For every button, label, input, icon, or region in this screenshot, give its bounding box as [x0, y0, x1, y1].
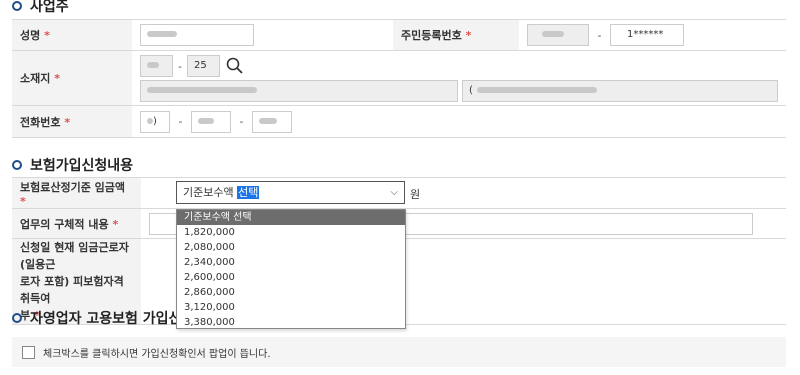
wage-option[interactable]: 1,820,000 — [177, 225, 405, 240]
section-title-insurance: 보험가입신청내용 — [12, 155, 133, 175]
phone-area-field[interactable]: ) — [140, 110, 170, 133]
phone-middle-field[interactable] — [190, 110, 231, 133]
wage-select[interactable]: 기준보수액 선택 ⌵ — [176, 181, 405, 204]
wage-options-dropdown: 기준보수액 선택 1,820,000 2,080,000 2,340,000 2… — [176, 209, 406, 329]
section-title-self-employed: 자영업자 고용보험 가입신 — [12, 308, 181, 328]
postal-code-field-1[interactable] — [140, 55, 173, 77]
wage-option[interactable]: 2,080,000 — [177, 240, 405, 255]
resident-number-front-field[interactable] — [527, 24, 589, 46]
wage-option[interactable]: 2,860,000 — [177, 285, 405, 300]
job-detail-label: 업무의 구체적 내용 * — [12, 208, 141, 239]
name-field[interactable] — [140, 24, 254, 46]
circle-bullet-icon — [12, 160, 22, 170]
resident-number-label: 주민등록번호 * — [393, 19, 519, 51]
wage-option[interactable]: 3,380,000 — [177, 315, 405, 330]
confirm-checkbox-row[interactable]: 체크박스를 클릭하시면 가입신청확인서 팝업이 뜹니다. — [12, 337, 786, 367]
confirm-checkbox[interactable] — [22, 345, 35, 359]
address-label: 소재지 * — [12, 50, 132, 106]
wage-option[interactable]: 3,120,000 — [177, 300, 405, 315]
wage-option[interactable]: 2,340,000 — [177, 255, 405, 270]
search-icon[interactable] — [226, 57, 244, 75]
phone-last-field[interactable] — [251, 110, 292, 133]
circle-bullet-icon — [12, 313, 22, 323]
wage-option[interactable]: 2,600,000 — [177, 270, 405, 285]
chevron-down-icon: ⌵ — [390, 187, 398, 198]
wage-label: 보험료산정기준 임금액 * — [12, 177, 141, 209]
section-title-business-owner: 사업주 — [12, 0, 69, 16]
postal-code-field-2[interactable]: 25 — [186, 55, 220, 77]
address-detail-field[interactable]: ( — [462, 80, 778, 102]
resident-number-back-field[interactable]: 1****** — [609, 24, 684, 46]
name-label: 성명 * — [12, 19, 132, 51]
circle-bullet-icon — [12, 1, 22, 11]
phone-label: 전화번호 * — [12, 105, 132, 138]
business-owner-table: 성명 * 주민등록번호 * - 1****** 소재지 * - 25 (전화번… — [12, 19, 786, 138]
wage-unit: 원 — [410, 188, 421, 201]
wage-option[interactable]: 기준보수액 선택 — [177, 210, 405, 225]
address-base-field[interactable] — [140, 80, 458, 102]
